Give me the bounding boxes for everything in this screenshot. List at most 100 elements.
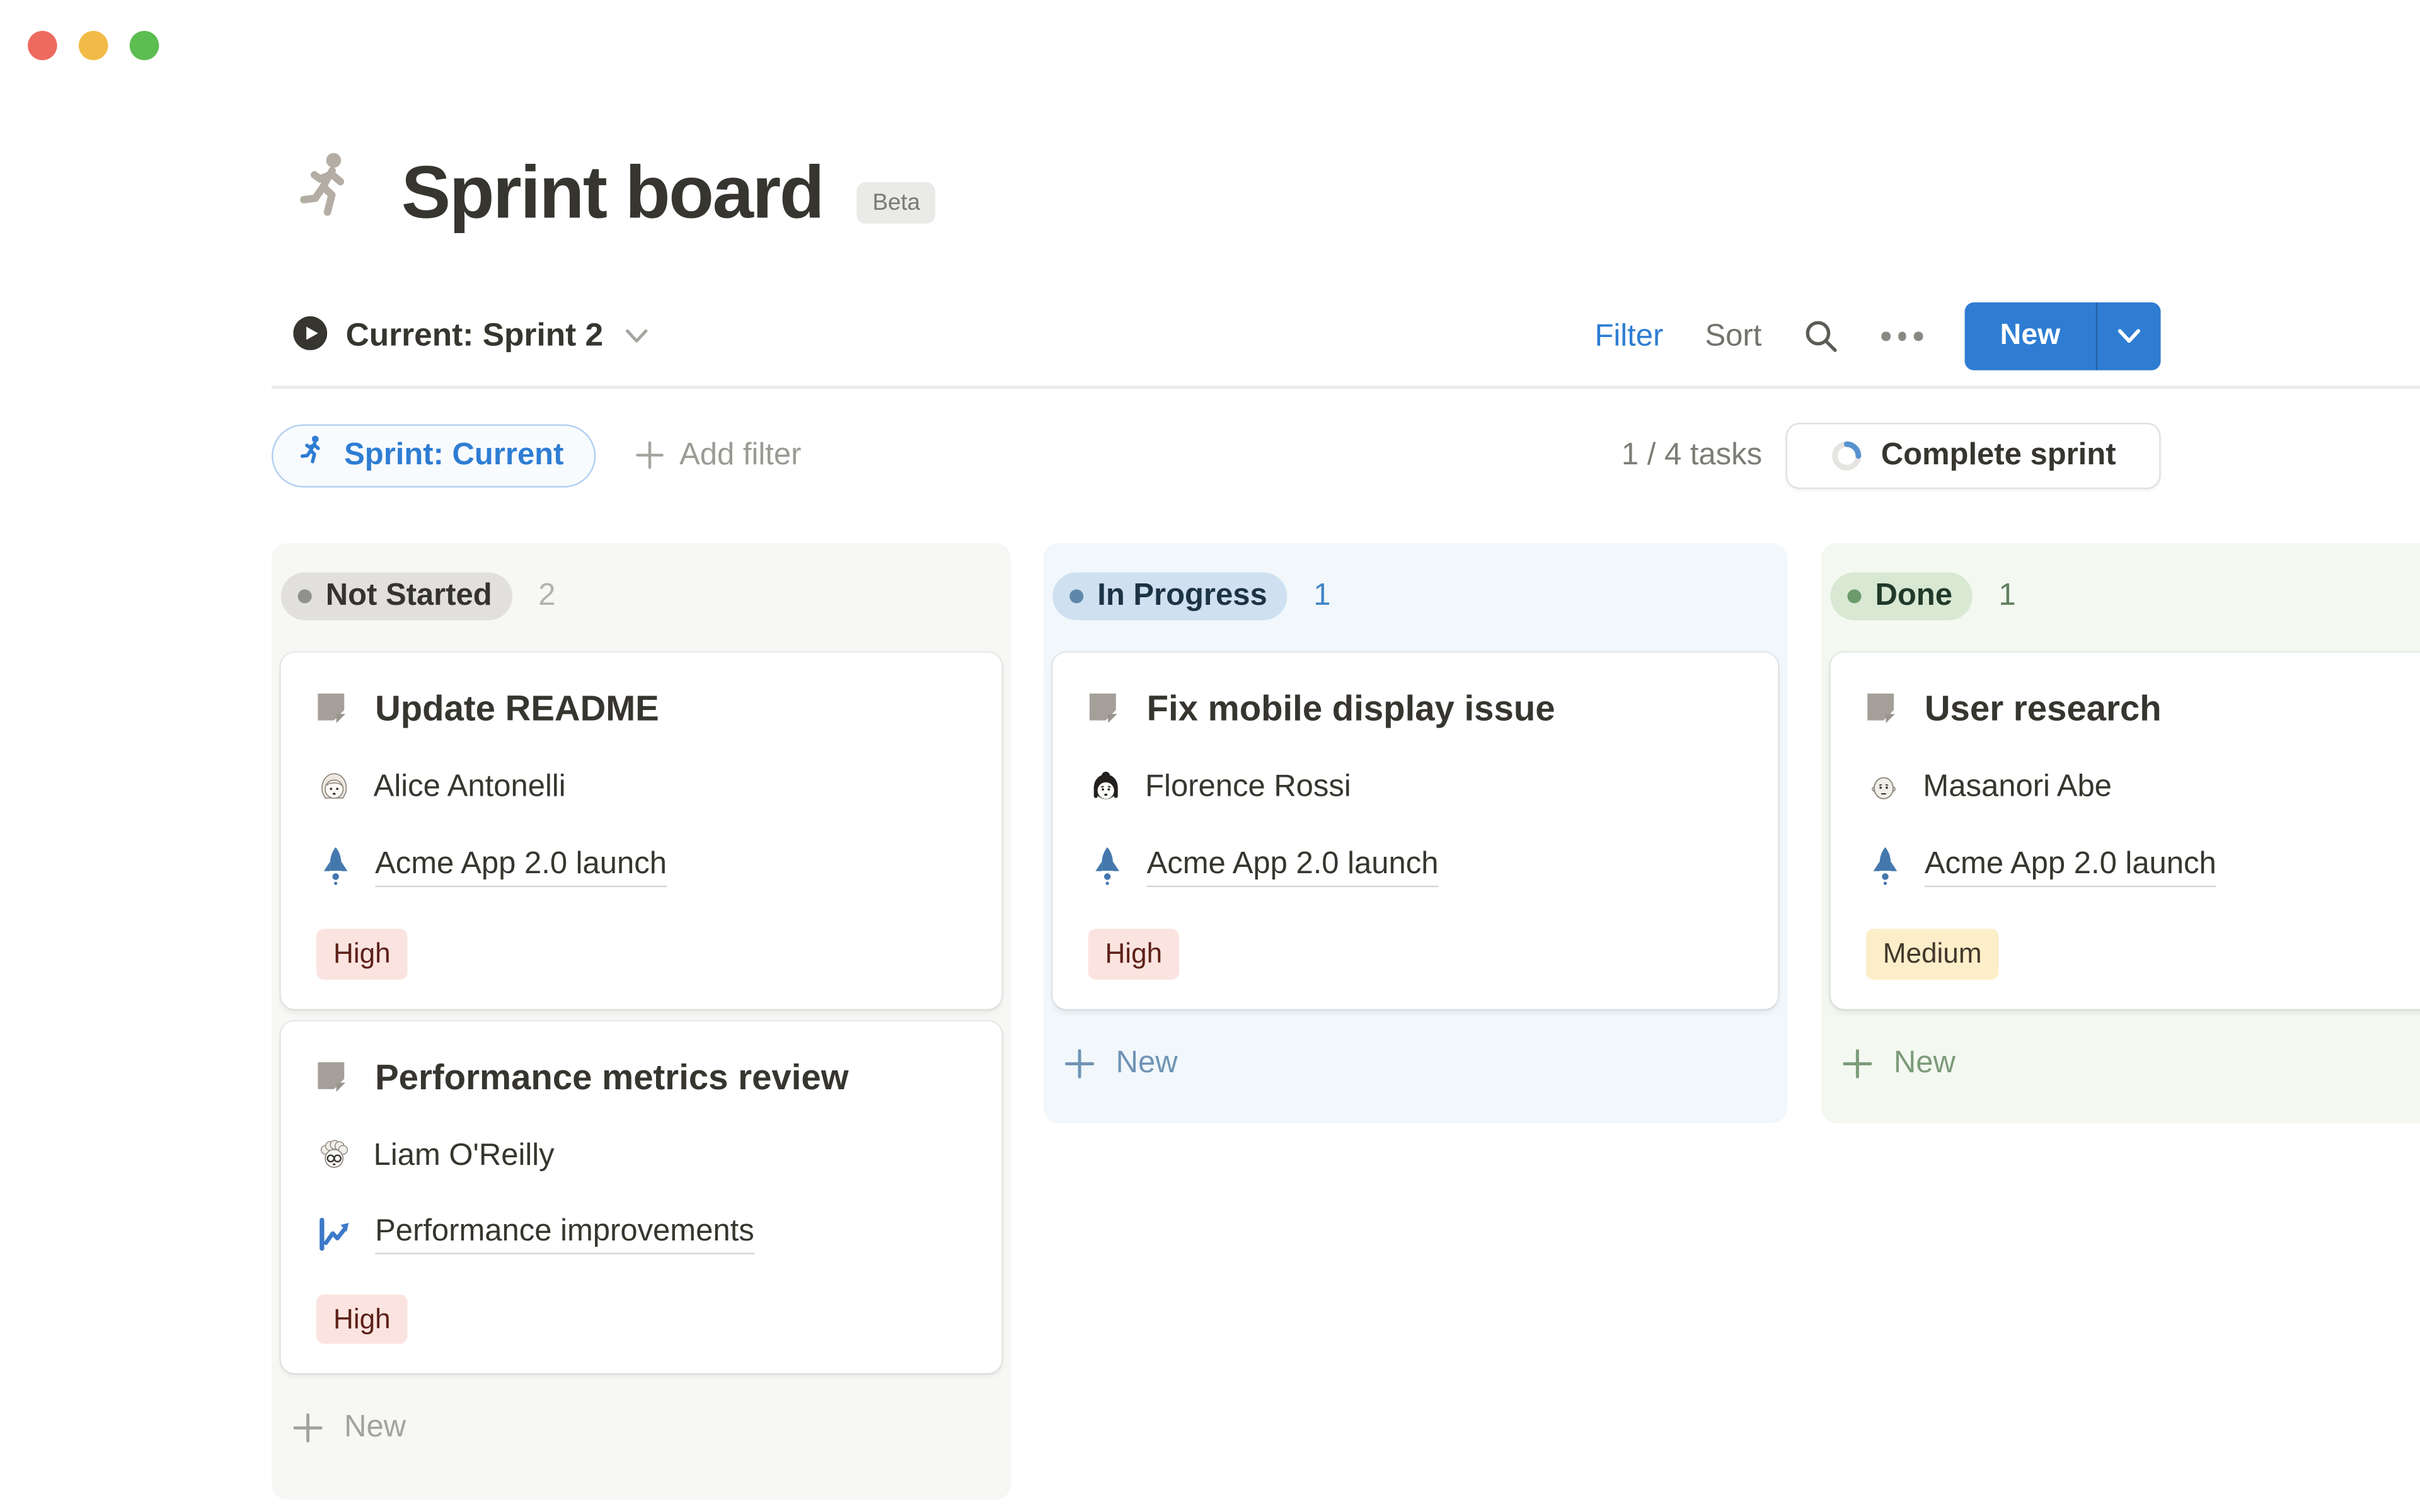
plus-icon (637, 441, 664, 469)
complete-sprint-label: Complete sprint (1881, 437, 2116, 472)
column-new-button[interactable]: New (272, 1395, 1011, 1462)
search-icon[interactable] (1803, 318, 1840, 355)
page-icon (316, 693, 346, 725)
column-count: 1 (1998, 578, 2015, 614)
assignee-name: Alice Antonelli (374, 770, 566, 805)
page-icon (1866, 693, 1896, 725)
avatar (316, 770, 352, 805)
line-chart-icon (316, 1215, 354, 1252)
column-new-button[interactable]: New (1821, 1030, 2420, 1096)
task-card[interactable]: User research Masanori Abe Acme App 2.0 la… (1830, 653, 2420, 1009)
rocket-icon (1868, 845, 1900, 889)
more-options-icon[interactable] (1882, 332, 1923, 340)
project-link[interactable]: Acme App 2.0 launch (375, 847, 667, 887)
complete-sprint-button[interactable]: Complete sprint (1785, 422, 2161, 488)
column-count: 2 (538, 578, 555, 614)
card-title-row: Update README (316, 688, 971, 730)
sprint-board-window: Sprint board Beta Current: Sprint 2 Filt… (0, 0, 2420, 1512)
assignee-row: Florence Rossi (1088, 770, 1748, 805)
project-link[interactable]: Acme App 2.0 launch (1925, 847, 2216, 887)
column-status-pill[interactable]: Not Started (281, 573, 512, 621)
column-new-label: New (1116, 1046, 1178, 1081)
card-title: User research (1925, 688, 2162, 730)
task-card[interactable]: Performance metrics review Liam O'Reilly P… (281, 1021, 1002, 1373)
assignee-name: Florence Rossi (1145, 770, 1351, 805)
priority-badge: High (316, 1294, 408, 1344)
view-selector[interactable]: Current: Sprint 2 (293, 316, 648, 357)
window-minimize-button[interactable] (79, 31, 108, 60)
sprint-filter-chip[interactable]: Sprint: Current (272, 423, 596, 486)
column-label: In Progress (1097, 578, 1267, 614)
avatar (316, 1138, 352, 1174)
page-icon (316, 1061, 346, 1093)
assignee-name: Liam O'Reilly (374, 1138, 555, 1174)
task-card[interactable]: Fix mobile display issue Florence Rossi Ac… (1052, 653, 1778, 1009)
column-new-button[interactable]: New (1044, 1030, 1787, 1096)
project-link[interactable]: Acme App 2.0 launch (1147, 847, 1439, 887)
toolbar-divider (272, 386, 2420, 388)
add-filter-button[interactable]: Add filter (637, 437, 802, 472)
priority-row: Medium (1866, 929, 2420, 979)
card-title-row: User research (1866, 688, 2420, 730)
priority-badge: Medium (1866, 929, 1999, 979)
new-button[interactable]: New (1964, 302, 2160, 370)
runner-icon (296, 433, 327, 477)
sprint-filter-label: Sprint: Current (344, 437, 563, 472)
beta-badge: Beta (857, 182, 936, 224)
column-new-label: New (1894, 1046, 1956, 1081)
card-title-row: Fix mobile display issue (1088, 688, 1748, 730)
priority-row: High (316, 929, 971, 979)
runner-page-icon[interactable] (290, 148, 361, 233)
filter-button[interactable]: Filter (1594, 319, 1663, 354)
card-title: Fix mobile display issue (1147, 688, 1555, 730)
sort-button[interactable]: Sort (1705, 319, 1761, 354)
project-link[interactable]: Performance improvements (375, 1214, 754, 1254)
project-row: Acme App 2.0 launch (1866, 845, 2420, 889)
card-title-row: Performance metrics review (316, 1057, 971, 1098)
window-zoom-button[interactable] (130, 31, 159, 60)
window-controls (28, 31, 159, 60)
assignee-row: Masanori Abe (1866, 770, 2420, 805)
tasks-summary: 1 / 4 tasks (1622, 437, 1762, 472)
new-button-label[interactable]: New (1964, 302, 2095, 370)
priority-row: High (1088, 929, 1748, 979)
task-card[interactable]: Update README Alice Antonelli Acme App 2.0… (281, 653, 1002, 1009)
status-dot-icon (1847, 590, 1861, 604)
page-title[interactable]: Sprint board (401, 154, 823, 236)
column-status-pill[interactable]: In Progress (1052, 573, 1287, 621)
project-row: Acme App 2.0 launch (1088, 845, 1748, 889)
rocket-icon (319, 845, 351, 889)
priority-badge: High (1088, 929, 1180, 979)
assignee-row: Alice Antonelli (316, 770, 971, 805)
board-column-in-progress: In Progress 1 Fix mobile display issue Flor… (1044, 543, 1787, 1123)
card-title: Update README (375, 688, 659, 730)
sprint-progress-ring (1830, 439, 1862, 471)
avatar (1088, 770, 1124, 805)
board-column-done: Done 1 User research Masanori Abe Acme App 2… (1821, 543, 2420, 1123)
card-title: Performance metrics review (375, 1057, 848, 1098)
assignee-name: Masanori Abe (1923, 770, 2112, 805)
rocket-icon (1090, 845, 1122, 889)
plus-icon (1065, 1049, 1095, 1079)
column-label: Done (1876, 578, 1952, 614)
status-dot-icon (298, 590, 312, 604)
plus-icon (293, 1414, 323, 1443)
view-label: Current: Sprint 2 (346, 318, 604, 355)
new-button-chevron-icon[interactable] (2097, 302, 2160, 370)
project-row: Performance improvements (316, 1214, 971, 1254)
page-icon (1088, 693, 1118, 725)
column-status-pill[interactable]: Done (1830, 573, 1972, 621)
play-view-icon (293, 316, 327, 357)
board-column-not-started: Not Started 2 Update README Alice Antonelli… (272, 543, 1011, 1499)
priority-badge: High (316, 929, 408, 979)
window-close-button[interactable] (28, 31, 57, 60)
plus-icon (1843, 1049, 1872, 1079)
avatar (1866, 770, 1901, 805)
column-new-label: New (344, 1411, 406, 1446)
column-label: Not Started (326, 578, 492, 614)
status-dot-icon (1069, 590, 1083, 604)
priority-row: High (316, 1294, 971, 1344)
project-row: Acme App 2.0 launch (316, 845, 971, 889)
chevron-down-icon[interactable] (625, 329, 648, 344)
column-count: 1 (1313, 578, 1330, 614)
